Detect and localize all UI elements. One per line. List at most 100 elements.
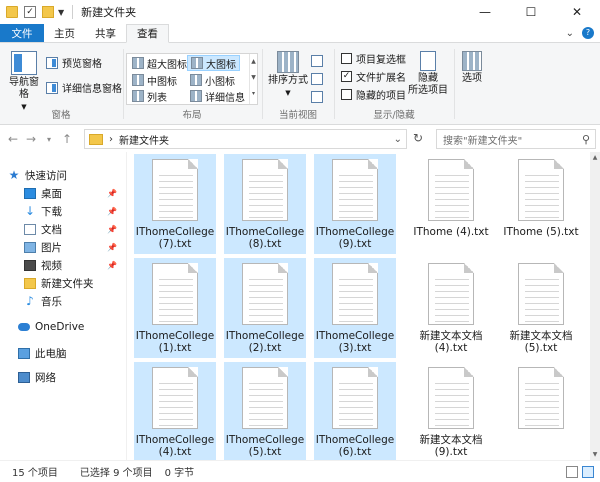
view-toggles — [566, 466, 594, 478]
tab-file[interactable]: 文件 — [0, 24, 44, 42]
text-file-icon — [242, 367, 288, 429]
layout-large-icons[interactable]: 大图标 — [187, 55, 240, 71]
nav-desktop[interactable]: 桌面 📌 — [0, 184, 127, 202]
refresh-icon[interactable]: ↻ — [410, 131, 426, 147]
search-icon[interactable]: ⚲ — [582, 133, 590, 146]
nav-network[interactable]: 网络 — [0, 368, 127, 386]
close-button[interactable]: ✕ — [554, 0, 600, 24]
nav-videos[interactable]: 视频 📌 — [0, 256, 127, 274]
hide-selected-button[interactable]: 隐藏 所选项目 — [405, 51, 451, 97]
up-button[interactable]: ↑ — [58, 132, 76, 146]
folder-icon — [89, 133, 103, 145]
cloud-icon — [18, 323, 30, 331]
hidden-items-checkbox[interactable] — [341, 89, 352, 100]
show-hide-group: 项目复选框 ✓ 文件扩展名 隐藏的项目 隐藏 所选项目 显示/隐藏 — [335, 47, 453, 123]
file-item[interactable]: IThomeCollege (4).txt — [134, 362, 216, 460]
layout-item-label: 列表 — [147, 92, 167, 104]
file-item[interactable]: 新建文本文档 (5).txt — [500, 258, 582, 358]
nav-downloads[interactable]: ↓ 下载 📌 — [0, 202, 127, 220]
layout-scroll[interactable]: ▲ ▼ ▾ — [249, 54, 257, 104]
text-file-icon — [428, 263, 474, 325]
file-item[interactable]: IThome (4).txt — [410, 154, 492, 254]
file-item[interactable] — [500, 362, 582, 460]
search-input[interactable]: 搜索"新建文件夹" ⚲ — [436, 129, 596, 149]
options-button[interactable]: 选项 — [457, 51, 487, 85]
large-icons-view-icon[interactable] — [582, 466, 594, 478]
nav-onedrive[interactable]: OneDrive — [0, 318, 127, 336]
back-button[interactable]: ← — [4, 132, 22, 146]
vertical-scrollbar[interactable]: ▲ ▼ — [590, 152, 600, 460]
item-checkboxes-toggle[interactable]: 项目复选框 — [341, 51, 406, 66]
file-name: IThomeCollege (3).txt — [315, 330, 395, 354]
layout-extra-large-icons[interactable]: 超大图标 — [129, 55, 190, 71]
help-icon[interactable]: ? — [582, 27, 594, 39]
breadcrumb-current[interactable]: 新建文件夹 — [119, 132, 169, 147]
file-item[interactable]: IThomeCollege (1).txt — [134, 258, 216, 358]
item-checkboxes-checkbox[interactable] — [341, 53, 352, 64]
tab-view[interactable]: 查看 — [126, 24, 169, 43]
file-item[interactable]: IThomeCollege (2).txt — [224, 258, 306, 358]
sort-button[interactable]: 排序方式 ▼ — [267, 51, 309, 99]
ribbon-tabs: 文件 主页 共享 查看 ⌄ ? — [0, 24, 600, 43]
layout-group-label: 布局 — [182, 110, 202, 121]
forward-button[interactable]: → — [22, 132, 40, 146]
address-dropdown-chevron-icon[interactable]: ⌄ — [394, 134, 402, 145]
tab-home[interactable]: 主页 — [44, 24, 85, 42]
minimize-button[interactable]: — — [462, 0, 508, 24]
scroll-down-icon[interactable]: ▼ — [590, 451, 600, 458]
layout-item-label: 超大图标 — [147, 59, 187, 71]
nav-item-label: 文档 — [41, 223, 62, 236]
expand-ribbon-chevron-icon[interactable]: ⌄ — [566, 28, 574, 39]
file-name: IThomeCollege (8).txt — [225, 226, 305, 250]
nav-pictures[interactable]: 图片 📌 — [0, 238, 127, 256]
size-columns-button[interactable] — [311, 89, 323, 104]
layout-item-label: 中图标 — [147, 76, 177, 88]
file-item[interactable]: IThomeCollege (9).txt — [314, 154, 396, 254]
layout-list[interactable]: 列表 — [129, 88, 170, 104]
add-columns-button[interactable] — [311, 71, 323, 86]
scroll-up-icon[interactable]: ▲ — [590, 154, 600, 161]
file-item[interactable]: IThomeCollege (7).txt — [134, 154, 216, 254]
selection-count: 已选择 9 个项目 — [79, 468, 153, 479]
ribbon: 导航窗格 ▼ 预览窗格 详细信息窗格 窗格 超大图标 大图标 中图标 小图标 列… — [0, 43, 600, 125]
nav-documents[interactable]: 文档 📌 — [0, 220, 127, 238]
nav-item-label: 视频 — [41, 259, 62, 272]
nav-this-pc[interactable]: 此电脑 — [0, 344, 127, 362]
address-field[interactable]: › 新建文件夹 ⌄ — [84, 129, 407, 149]
breadcrumb-chevron-icon[interactable]: › — [109, 134, 113, 145]
layout-medium-icons[interactable]: 中图标 — [129, 72, 180, 88]
tab-share[interactable]: 共享 — [85, 24, 126, 42]
file-item[interactable]: 新建文本文档 (9).txt — [410, 362, 492, 460]
maximize-button[interactable]: ☐ — [508, 0, 554, 24]
layout-item-label: 大图标 — [206, 59, 236, 71]
file-item[interactable]: IThome (5).txt — [500, 154, 582, 254]
file-extensions-checkbox[interactable]: ✓ — [341, 71, 352, 82]
status-bar: 15 个项目 已选择 9 个项目 0 字节 — [0, 460, 600, 482]
hidden-items-toggle[interactable]: 隐藏的项目 — [341, 87, 406, 102]
customize-toolbar-chevron-icon[interactable]: ▼ — [58, 8, 64, 17]
nav-music[interactable]: ♪ 音乐 — [0, 292, 127, 310]
file-item[interactable]: IThomeCollege (6).txt — [314, 362, 396, 460]
layout-details[interactable]: 详细信息 — [187, 88, 248, 104]
text-file-icon — [332, 159, 378, 221]
pin-icon: 📌 — [107, 206, 117, 216]
properties-icon[interactable]: ✓ — [24, 6, 36, 18]
text-file-icon — [242, 159, 288, 221]
layout-small-icons[interactable]: 小图标 — [187, 72, 238, 88]
file-name: IThomeCollege (5).txt — [225, 434, 305, 458]
nav-quick-access[interactable]: ★ 快速访问 — [0, 166, 127, 184]
details-view-icon[interactable] — [566, 466, 578, 478]
group-by-button[interactable] — [311, 53, 323, 68]
recent-locations-chevron-icon[interactable]: ▾ — [40, 135, 58, 144]
nav-new-folder[interactable]: 新建文件夹 — [0, 274, 127, 292]
new-folder-icon[interactable] — [42, 6, 54, 18]
file-item[interactable]: IThomeCollege (5).txt — [224, 362, 306, 460]
layout-item-label: 详细信息 — [205, 92, 245, 104]
list-icon — [132, 90, 144, 102]
text-file-icon — [518, 159, 564, 221]
file-item[interactable]: IThomeCollege (8).txt — [224, 154, 306, 254]
file-item[interactable]: IThomeCollege (3).txt — [314, 258, 396, 358]
extra-large-icons-icon — [132, 57, 144, 69]
file-item[interactable]: 新建文本文档 (4).txt — [410, 258, 492, 358]
file-extensions-toggle[interactable]: ✓ 文件扩展名 — [341, 69, 406, 84]
